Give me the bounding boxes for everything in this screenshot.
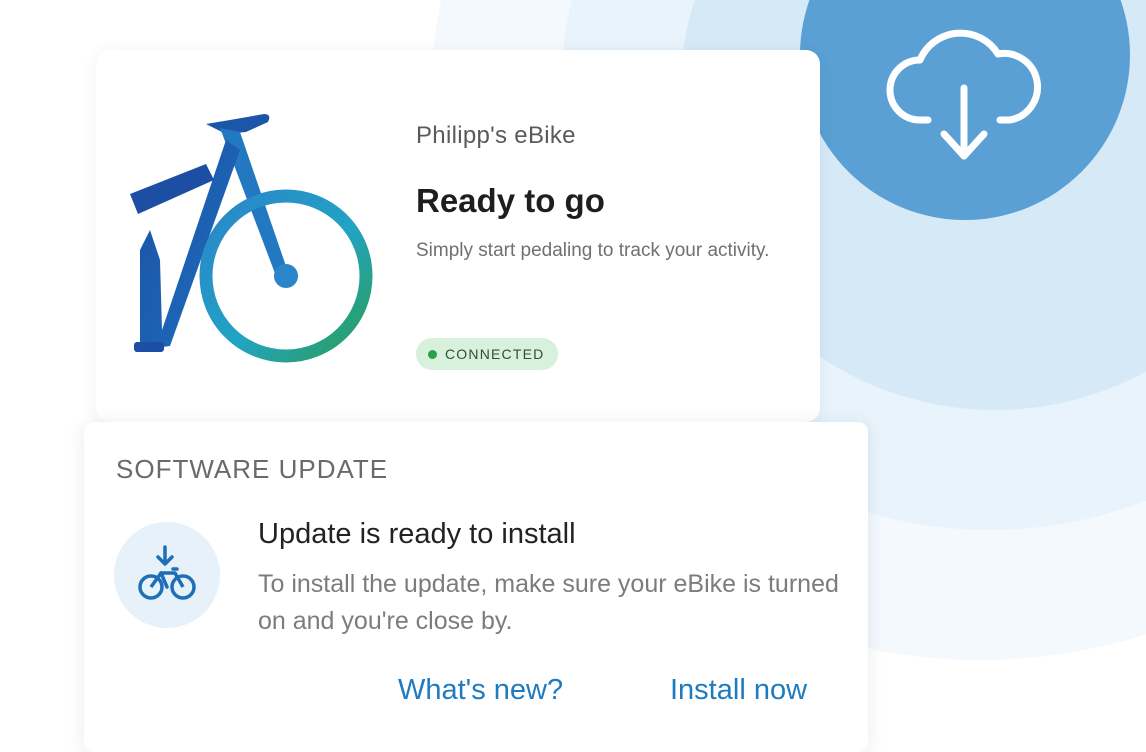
whats-new-button[interactable]: What's new? xyxy=(398,674,563,707)
software-update-card: SOFTWARE UPDATE Update is ready to insta… xyxy=(84,422,868,752)
bike-status-title: Ready to go xyxy=(416,182,605,219)
connected-dot-icon xyxy=(428,349,437,359)
bike-download-icon xyxy=(138,545,196,600)
connection-status-label: CONNECTED xyxy=(445,346,545,362)
ebike-illustration xyxy=(130,114,373,363)
cloud-download-icon xyxy=(886,29,1042,160)
connection-status-badge: CONNECTED xyxy=(416,338,559,370)
section-title: SOFTWARE UPDATE xyxy=(116,454,389,484)
update-icon-container xyxy=(114,522,220,628)
ebike-status-card[interactable]: Philipp's eBike Ready to go Simply start… xyxy=(96,50,820,422)
bike-status-description: Simply start pedaling to track your acti… xyxy=(416,240,770,261)
update-heading: Update is ready to install xyxy=(258,518,576,550)
install-now-button[interactable]: Install now xyxy=(670,674,807,707)
bike-name: Philipp's eBike xyxy=(416,122,576,149)
update-description: To install the update, make sure your eB… xyxy=(258,570,839,635)
